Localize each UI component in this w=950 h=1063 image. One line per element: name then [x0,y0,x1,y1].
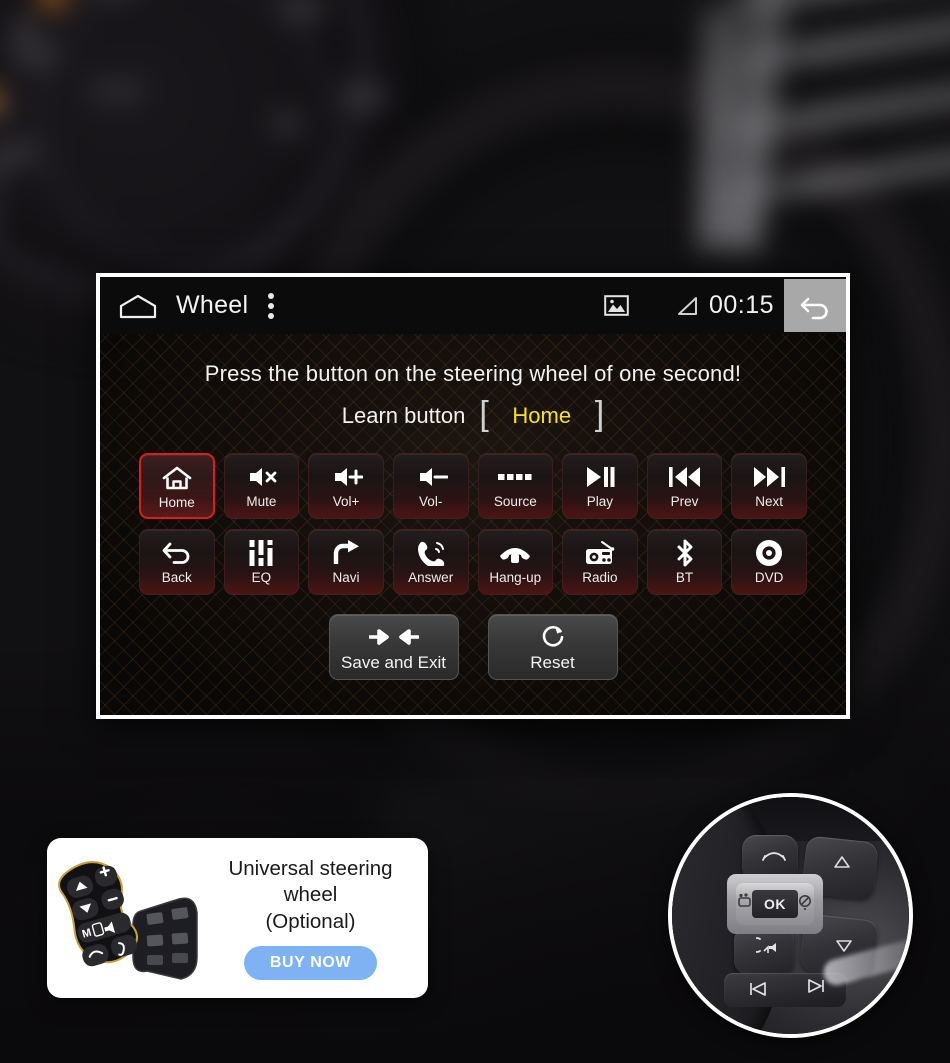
arrows-inward-icon [367,624,421,650]
buy-now-button[interactable]: BUY NOW [243,945,378,980]
wheel-button-source[interactable]: Source [477,453,554,519]
wheel-button-grid: Home Mute Vol+ Vol- Source Play Prev Next Back EQ… [139,453,807,595]
speaker-mute-icon [244,463,278,491]
wheel-button-volup[interactable]: Vol+ [308,453,384,519]
back-arrow-icon [800,297,828,319]
wheel-button-label: Answer [408,570,454,585]
wheel-button-label: Navi [332,570,360,585]
wheel-button-eq[interactable]: EQ [223,529,300,595]
status-bar: Wheel 00:15 [100,277,846,334]
promo-card: M Universal steering wheel (Optional) BU… [47,838,428,998]
wheel-button-label: EQ [251,570,272,585]
action-button-row: Save and Exit Reset [100,614,846,680]
volume-down-icon [414,463,448,491]
signal-triangle-icon [676,296,698,316]
screenshot-root: 140 160 180 120 100 80 200 220 km/h [0,0,950,1063]
steering-wheel-remote-photo: M [55,853,205,983]
wheel-button-label: Hang-up [489,570,542,585]
home-outline-icon[interactable] [118,293,158,319]
reset-button[interactable]: Reset [487,614,618,680]
clock-time: 00:15 [708,291,774,319]
media-source-symbol [736,892,754,914]
wheel-button-label: Vol+ [332,494,360,509]
wheel-button-next[interactable]: Next [731,453,807,519]
wheel-button-label: Back [161,570,192,585]
wheel-button-bt[interactable]: BT [646,529,723,595]
reset-label: Reset [530,652,575,672]
play-pause-icon [585,463,615,491]
volume-down-triangle-symbol [836,939,852,956]
wheel-button-label: Vol- [419,494,443,509]
ok-button-label: OK [752,890,798,918]
wheel-button-hangup[interactable]: Hang-up [477,529,554,595]
instruction-text: Press the button on the steering wheel o… [204,361,742,386]
wheel-button-mute[interactable]: Mute [223,453,300,519]
voice-command-symbol [750,937,786,957]
wheel-button-label: Radio [582,570,618,585]
radio-icon [585,539,615,567]
wheel-button-radio[interactable]: Radio [562,529,638,595]
back-button[interactable] [784,279,846,332]
wheel-button-label: Home [158,495,195,510]
disc-icon [755,539,783,567]
turn-right-arrow-icon [332,539,360,567]
wheel-button-play[interactable]: Play [562,453,638,519]
back-arrow-icon [161,539,193,567]
save-and-exit-button[interactable]: Save and Exit [328,614,459,680]
wheel-button-back[interactable]: Back [139,529,215,595]
volume-up-triangle-symbol [834,855,850,872]
wheel-button-label: Play [586,494,614,509]
bluetooth-icon [674,539,696,567]
steering-wheel-controls-photo: OK [668,793,913,1038]
next-track-symbol [806,979,826,997]
wheel-button-dvd[interactable]: DVD [731,529,807,595]
panel-title: Wheel [176,291,249,319]
bracket-open: [ [479,395,489,433]
previous-track-icon [668,463,701,491]
kebab-menu-icon[interactable] [268,292,275,319]
phone-hangup-symbol [762,849,786,867]
volume-up-icon [329,463,364,491]
next-track-icon [753,463,786,491]
wheel-button-label: Source [493,494,537,509]
wheel-button-label: Mute [246,494,277,509]
wheel-button-prev[interactable]: Prev [646,453,723,519]
wheel-button-answer[interactable]: Answer [392,529,469,595]
phone-hangup-icon [498,539,532,567]
air-vent-blur [700,0,950,250]
wheel-button-navi[interactable]: Navi [308,529,384,595]
save-and-exit-label: Save and Exit [341,652,446,672]
house-icon [162,464,192,492]
refresh-circle-icon [540,624,566,650]
source-dashes-icon [498,463,532,491]
wheel-button-label: Next [755,494,784,509]
phone-answer-icon [416,539,446,567]
head-unit-panel: Wheel 00:15 Press the button on the stee… [96,273,850,719]
panel-body: Press the button on the steering wheel o… [100,334,846,715]
learn-button-row: Learn button [ Home ] [100,395,846,433]
wheel-button-home[interactable]: Home [139,453,215,519]
wheel-button-label: DVD [754,570,784,585]
promo-title-line2: (Optional) [265,909,356,933]
mute-crossed-symbol [796,893,814,915]
wheel-button-voldn[interactable]: Vol- [392,453,469,519]
promo-title-line1: Universal steering wheel [228,857,393,907]
picture-icon[interactable] [604,295,629,316]
previous-track-symbol [748,982,768,1000]
bracket-close: ] [594,395,605,433]
learn-button-label: Learn button [341,403,466,428]
wheel-button-label: Prev [670,494,699,509]
wheel-button-label: BT [675,570,694,585]
equalizer-icon [248,539,274,567]
learn-button-value: Home [512,403,572,428]
